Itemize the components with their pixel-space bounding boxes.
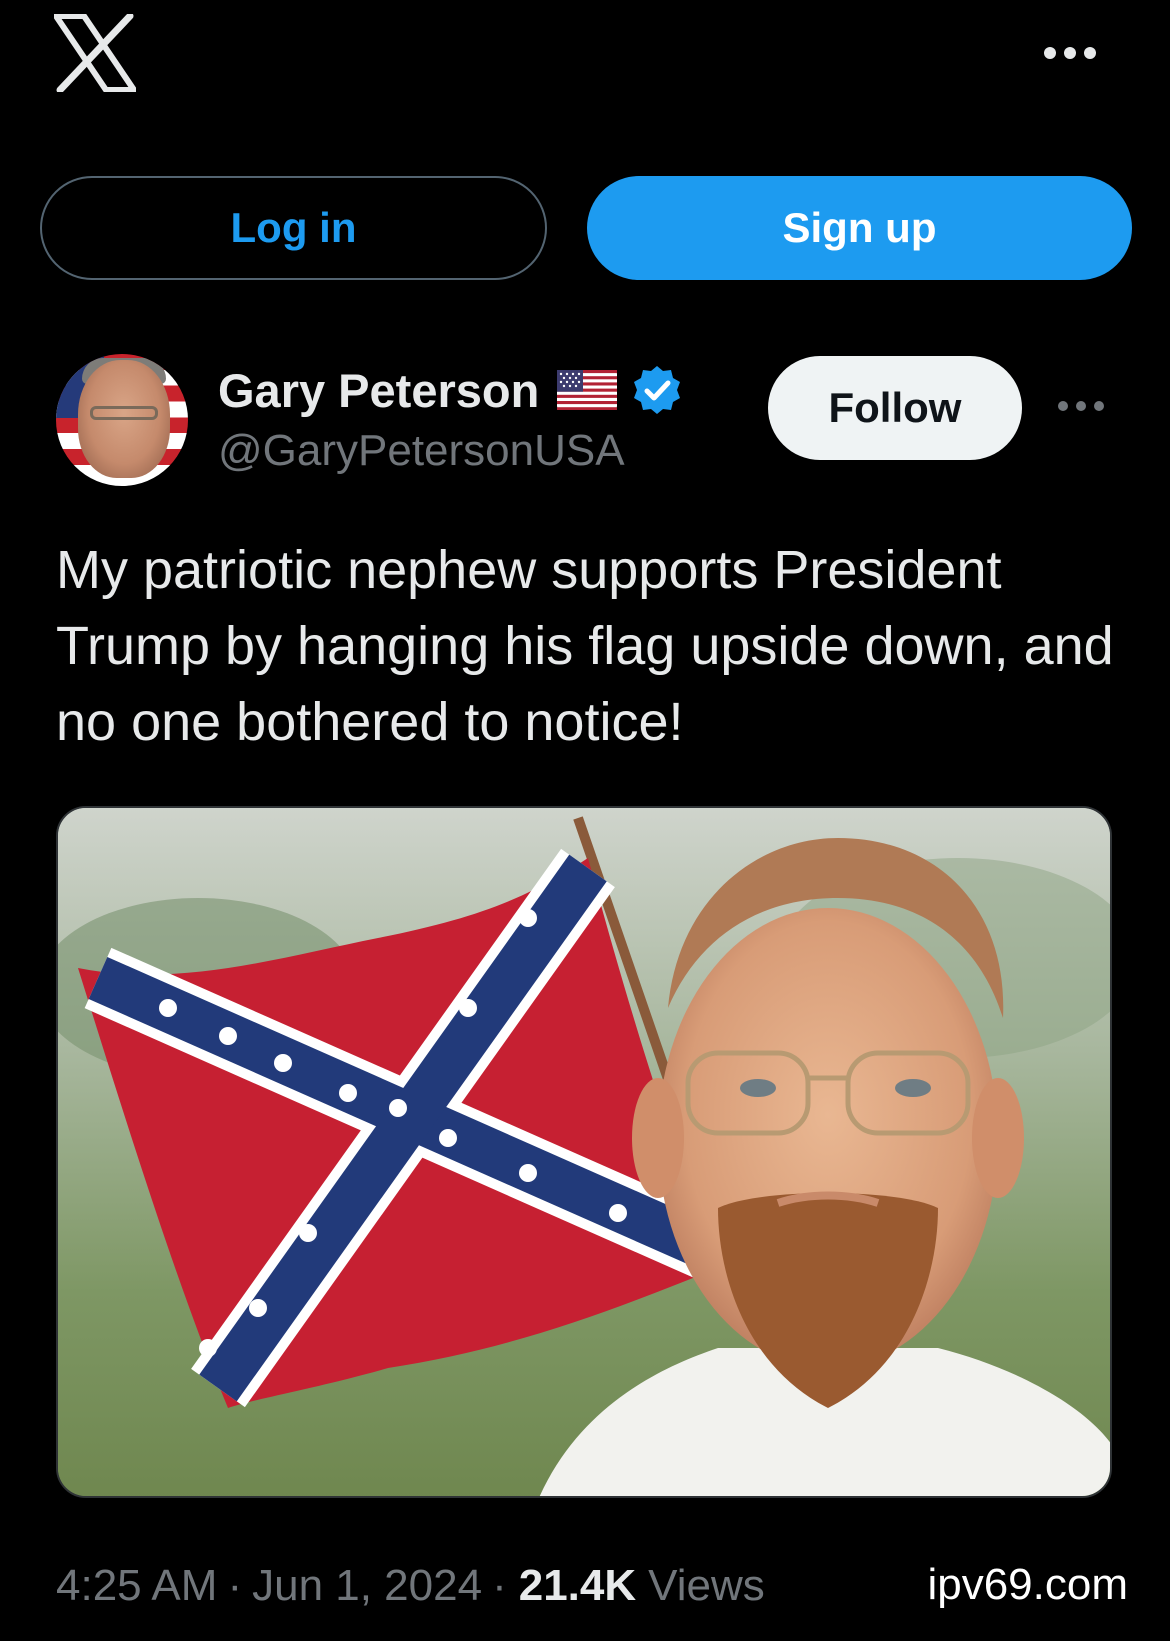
name-row: Gary Peterson bbox=[218, 360, 683, 420]
post-date[interactable]: Jun 1, 2024 bbox=[252, 1561, 482, 1611]
post-text: My patriotic nephew supports President T… bbox=[56, 540, 1114, 752]
post-author: Gary Peterson @GaryPetersonUSA Follow bbox=[56, 354, 1116, 490]
display-name[interactable]: Gary Peterson bbox=[218, 363, 539, 418]
x-logo-icon[interactable] bbox=[54, 14, 136, 92]
signup-button[interactable]: Sign up bbox=[587, 176, 1132, 280]
verified-badge-icon[interactable] bbox=[631, 364, 683, 416]
views-count: 21.4K bbox=[518, 1561, 637, 1610]
post-media-photo[interactable] bbox=[56, 806, 1112, 1498]
views-label: Views bbox=[648, 1561, 765, 1610]
auth-buttons: Log in Sign up bbox=[40, 176, 1132, 280]
photo-illustration bbox=[58, 808, 1110, 1496]
us-flag-emoji-icon bbox=[557, 370, 618, 410]
post-meta: 4:25 AM · Jun 1, 2024 · 21.4K Views bbox=[56, 1556, 765, 1616]
post-time[interactable]: 4:25 AM bbox=[56, 1561, 217, 1611]
post-more-icon[interactable] bbox=[1054, 396, 1108, 416]
follow-button[interactable]: Follow bbox=[768, 356, 1022, 460]
more-horizontal-icon[interactable] bbox=[1040, 42, 1100, 64]
meta-separator: · bbox=[227, 1561, 243, 1610]
avatar[interactable] bbox=[56, 354, 188, 486]
top-bar bbox=[0, 0, 1170, 150]
meta-separator: · bbox=[492, 1561, 507, 1610]
user-handle[interactable]: @GaryPetersonUSA bbox=[218, 426, 625, 476]
login-button[interactable]: Log in bbox=[40, 176, 547, 280]
watermark: ipv69.com bbox=[927, 1560, 1128, 1609]
